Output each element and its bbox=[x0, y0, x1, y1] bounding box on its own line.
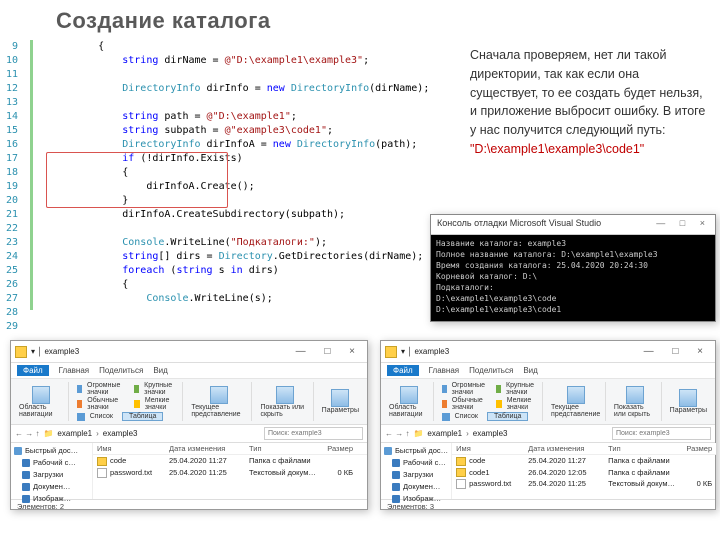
nav-pane-icon[interactable] bbox=[32, 386, 50, 404]
breadcrumb[interactable]: ← → ↑ 📁 example1 › example3 bbox=[381, 425, 715, 443]
ribbon-tab[interactable]: Файл bbox=[17, 365, 49, 376]
highlight-box bbox=[46, 152, 228, 208]
list-item[interactable]: code25.04.2020 11:27Папка с файлами bbox=[452, 455, 716, 467]
code-editor: 9101112131415161718192021222324252627282… bbox=[0, 40, 446, 310]
ribbon-tab[interactable]: Вид bbox=[153, 366, 167, 375]
ribbon-tab[interactable]: Главная bbox=[429, 366, 459, 375]
list-item[interactable]: password.txt25.04.2020 11:25Текстовый до… bbox=[93, 467, 367, 479]
explorer-after: ▾ │ example3— □ × Файл Главная Поделиться В… bbox=[380, 340, 716, 510]
nav-pane[interactable]: Быстрый дос… Рабочий с… Загрузки Докумен… bbox=[11, 443, 93, 499]
console-window: Консоль отладки Microsoft Visual Studio … bbox=[430, 214, 716, 322]
ribbon-tab[interactable]: Файл bbox=[387, 365, 419, 376]
folder-icon bbox=[385, 346, 397, 358]
console-title: Консоль отладки Microsoft Visual Studio bbox=[437, 218, 601, 228]
ribbon-tab[interactable]: Вид bbox=[523, 366, 537, 375]
ribbon-tab[interactable]: Поделиться bbox=[99, 366, 143, 375]
params-icon[interactable] bbox=[331, 389, 349, 407]
line-gutter: 9101112131415161718192021222324252627282… bbox=[0, 40, 22, 310]
description-body: Сначала проверяем, нет ли такой директор… bbox=[470, 48, 705, 137]
explorer-titlebar: ▾ │ example3— □ × bbox=[11, 341, 367, 363]
explorer-titlebar: ▾ │ example3— □ × bbox=[381, 341, 715, 363]
sort-icon[interactable] bbox=[210, 386, 228, 404]
nav-pane[interactable]: Быстрый дос… Рабочий с… Загрузки Докумен… bbox=[381, 443, 452, 499]
list-item[interactable]: code126.04.2020 12:05Папка с файлами bbox=[452, 467, 716, 479]
ribbon-tab[interactable]: Поделиться bbox=[469, 366, 513, 375]
status-bar: Элементов: 3 bbox=[381, 499, 715, 513]
file-list: ИмяДата измененияТипРазмер code25.04.202… bbox=[452, 443, 716, 499]
page-title: Создание каталога bbox=[56, 8, 271, 34]
search-input[interactable] bbox=[264, 427, 363, 440]
window-buttons[interactable]: — □ × bbox=[656, 218, 711, 228]
console-output: Название каталога: example3 Полное назва… bbox=[431, 235, 715, 321]
description-path: "D:\example1\example3\code1" bbox=[470, 142, 644, 156]
file-list: ИмяДата измененияТипРазмер code25.04.202… bbox=[93, 443, 367, 499]
window-buttons[interactable]: — □ × bbox=[644, 346, 711, 357]
ribbon-tab[interactable]: Главная bbox=[59, 366, 89, 375]
console-titlebar: Консоль отладки Microsoft Visual Studio … bbox=[431, 215, 715, 235]
params-icon[interactable] bbox=[679, 389, 697, 407]
list-item[interactable]: password.txt25.04.2020 11:25Текстовый до… bbox=[452, 478, 716, 490]
nav-pane-icon[interactable] bbox=[400, 386, 418, 404]
list-item[interactable]: code25.04.2020 11:27Папка с файлами bbox=[93, 455, 367, 467]
description-text: Сначала проверяем, нет ли такой директор… bbox=[470, 46, 710, 159]
hide-icon[interactable] bbox=[276, 386, 294, 404]
search-input[interactable] bbox=[612, 427, 711, 440]
folder-icon bbox=[15, 346, 27, 358]
breadcrumb[interactable]: ← → ↑ 📁 example1 › example3 bbox=[11, 425, 367, 443]
sort-icon[interactable] bbox=[567, 386, 585, 404]
hide-icon[interactable] bbox=[626, 386, 644, 404]
window-buttons[interactable]: — □ × bbox=[296, 346, 363, 357]
ribbon: Область навигации Огромные значкиКрупные… bbox=[381, 379, 715, 425]
ribbon: Область навигации Огромные значкиКрупные… bbox=[11, 379, 367, 425]
change-margin bbox=[22, 40, 46, 310]
explorer-before: ▾ │ example3— □ × Файл Главная Поделиться В… bbox=[10, 340, 368, 510]
